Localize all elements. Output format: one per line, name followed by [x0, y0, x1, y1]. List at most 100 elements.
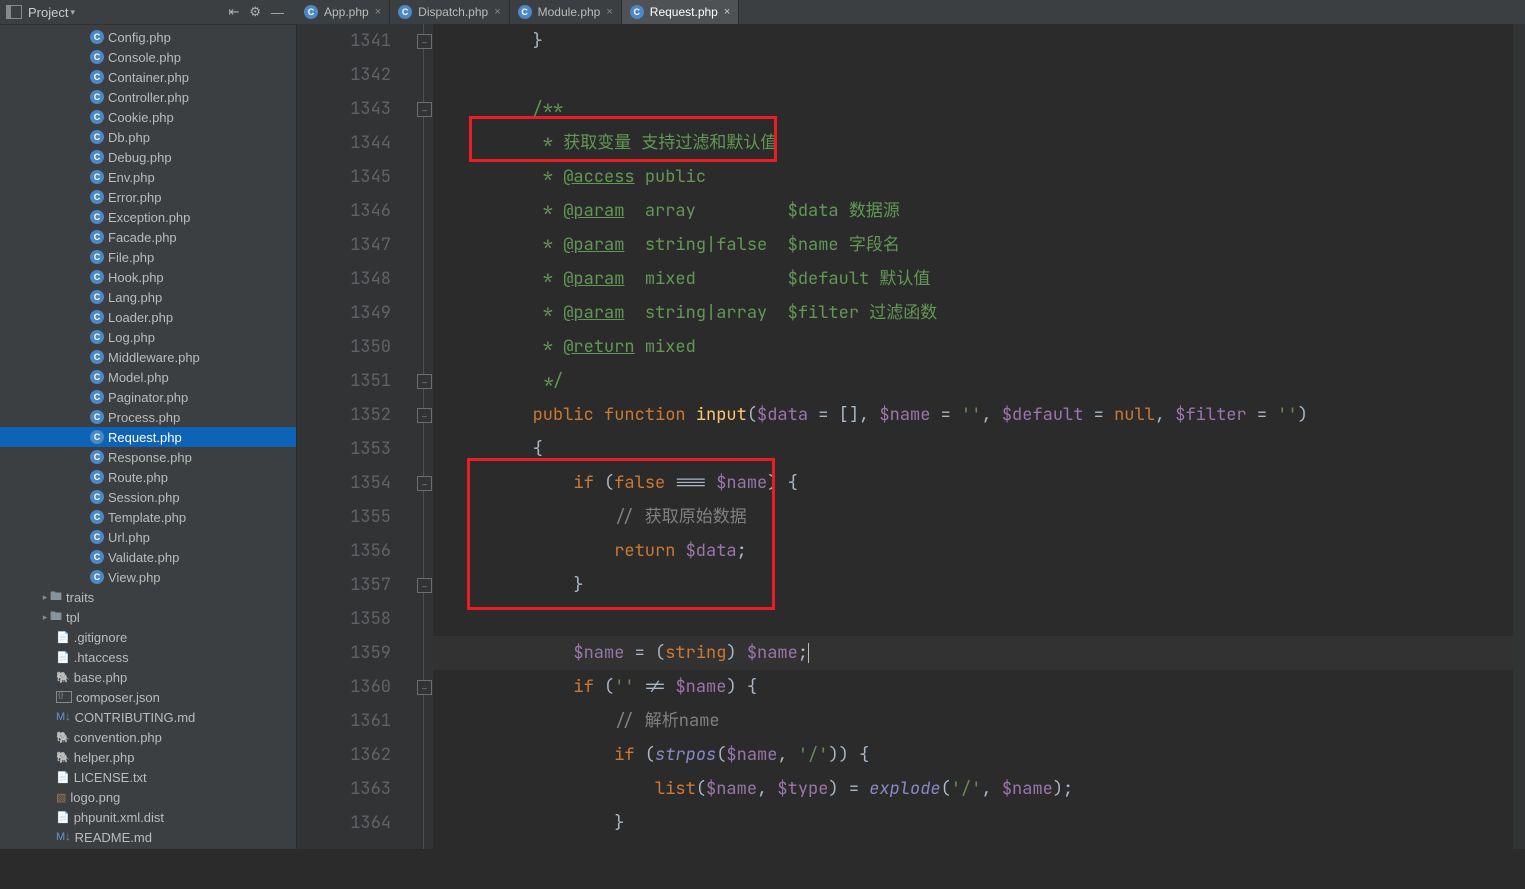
tree-item[interactable]: CProcess.php [0, 407, 296, 427]
tree-item[interactable]: M↓README.md [0, 827, 296, 847]
tree-item[interactable]: 📄.htaccess [0, 647, 296, 667]
tree-item[interactable]: M↓CONTRIBUTING.md [0, 707, 296, 727]
tree-item-label: Response.php [108, 450, 192, 465]
project-dropdown-icon[interactable]: ▾ [70, 7, 75, 18]
fold-toggle-icon[interactable]: – [417, 374, 432, 389]
tree-item[interactable]: CValidate.php [0, 547, 296, 567]
tree-item[interactable]: 🐘helper.php [0, 747, 296, 767]
line-number: 1349 [297, 296, 391, 330]
code-line[interactable]: } [451, 806, 1513, 840]
editor-tab[interactable]: CModule.php× [510, 0, 622, 24]
tree-item[interactable]: CResponse.php [0, 447, 296, 467]
editor-tab[interactable]: CRequest.php× [622, 0, 740, 24]
tree-item[interactable]: 🐘base.php [0, 667, 296, 687]
code-line[interactable]: * @access public [451, 160, 1513, 194]
code-line[interactable]: * @param mixed $default 默认值 [451, 262, 1513, 296]
tree-item[interactable]: CDebug.php [0, 147, 296, 167]
tree-item[interactable]: CLoader.php [0, 307, 296, 327]
project-tree[interactable]: CConfig.phpCConsole.phpCContainer.phpCCo… [0, 25, 296, 847]
tree-item[interactable]: CFacade.php [0, 227, 296, 247]
code-line[interactable] [451, 58, 1513, 92]
fold-strip[interactable]: – – – – – – – [415, 24, 433, 849]
tree-item[interactable]: CCookie.php [0, 107, 296, 127]
close-icon[interactable]: × [494, 6, 500, 18]
code-line[interactable]: { [451, 432, 1513, 466]
tree-item[interactable]: CLang.php [0, 287, 296, 307]
tree-item[interactable]: CHook.php [0, 267, 296, 287]
code-line[interactable]: if (strpos($name, '/')) { [451, 738, 1513, 772]
tree-item[interactable]: 🐘convention.php [0, 727, 296, 747]
code-line[interactable]: // 获取原始数据 [451, 500, 1513, 534]
settings-gear-icon[interactable]: ⚙ [249, 4, 261, 20]
code-line[interactable]: * @return mixed [451, 330, 1513, 364]
php-class-icon: C [90, 370, 104, 384]
code-line[interactable]: * @param array $data 数据源 [451, 194, 1513, 228]
tree-item[interactable]: 📄phpunit.xml.dist [0, 807, 296, 827]
tree-item[interactable]: CFile.php [0, 247, 296, 267]
close-icon[interactable]: × [375, 6, 381, 18]
code-line[interactable]: * @param string|false $name 字段名 [451, 228, 1513, 262]
tree-item[interactable]: 📄LICENSE.txt [0, 767, 296, 787]
code-line[interactable]: * 获取变量 支持过滤和默认值 [451, 126, 1513, 160]
code-line[interactable]: return $data; [451, 534, 1513, 568]
tree-item[interactable]: CError.php [0, 187, 296, 207]
tree-item[interactable]: CContainer.php [0, 67, 296, 87]
project-title[interactable]: Project [28, 5, 68, 20]
code-line[interactable]: if ('' != $name) { [451, 670, 1513, 704]
tree-item[interactable]: CModel.php [0, 367, 296, 387]
code-editor[interactable]: 1341134213431344134513461347134813491350… [297, 24, 1525, 849]
tree-item[interactable]: CRoute.php [0, 467, 296, 487]
fold-toggle-icon[interactable]: – [417, 408, 432, 423]
tree-item[interactable]: ▸🖿tpl [0, 607, 296, 627]
fold-toggle-icon[interactable]: – [417, 578, 432, 593]
fold-toggle-icon[interactable]: – [417, 680, 432, 695]
tree-item[interactable]: CUrl.php [0, 527, 296, 547]
fold-toggle-icon[interactable]: – [417, 102, 432, 117]
code-line[interactable]: */ [451, 364, 1513, 398]
chevron-right-icon[interactable]: ▸ [40, 612, 50, 623]
php-class-icon: C [90, 410, 104, 424]
code-area[interactable]: } /** * 获取变量 支持过滤和默认值 * @access public *… [433, 24, 1513, 849]
tree-item[interactable]: CRequest.php [0, 427, 296, 447]
chevron-right-icon[interactable]: ▸ [40, 592, 50, 603]
tree-item[interactable]: CConfig.php [0, 27, 296, 47]
tree-item[interactable]: CPaginator.php [0, 387, 296, 407]
line-number: 1352 [297, 398, 391, 432]
tree-item-label: convention.php [74, 730, 162, 745]
tree-item[interactable]: CController.php [0, 87, 296, 107]
tree-item[interactable]: CConsole.php [0, 47, 296, 67]
tree-item[interactable]: CMiddleware.php [0, 347, 296, 367]
tree-item[interactable]: CTemplate.php [0, 507, 296, 527]
tree-item[interactable]: ▧logo.png [0, 787, 296, 807]
collapse-icon[interactable]: ⇤ [228, 4, 239, 20]
tree-item-label: base.php [74, 670, 128, 685]
code-line[interactable]: } [451, 568, 1513, 602]
tree-item[interactable]: composer.json [0, 687, 296, 707]
code-line[interactable]: if (false === $name) { [451, 466, 1513, 500]
tree-item[interactable]: CEnv.php [0, 167, 296, 187]
fold-toggle-icon[interactable]: – [417, 476, 432, 491]
tree-item[interactable]: 📄.gitignore [0, 627, 296, 647]
tree-item[interactable]: CDb.php [0, 127, 296, 147]
php-class-icon: C [90, 90, 104, 104]
code-line[interactable]: // 解析name [451, 704, 1513, 738]
tree-item[interactable]: ▸🖿traits [0, 587, 296, 607]
tree-item[interactable]: CException.php [0, 207, 296, 227]
tree-item[interactable]: CView.php [0, 567, 296, 587]
code-line[interactable]: } [451, 24, 1513, 58]
code-line[interactable]: public function input($data = [], $name … [451, 398, 1513, 432]
line-number: 1351 [297, 364, 391, 398]
code-line[interactable]: /** [451, 92, 1513, 126]
close-icon[interactable]: × [724, 6, 730, 18]
fold-toggle-icon[interactable]: – [417, 34, 432, 49]
close-icon[interactable]: × [606, 6, 612, 18]
tree-item[interactable]: CSession.php [0, 487, 296, 507]
hide-icon[interactable]: — [271, 5, 284, 20]
editor-tab[interactable]: CDispatch.php× [390, 0, 509, 24]
code-line[interactable]: * @param string|array $filter 过滤函数 [451, 296, 1513, 330]
code-line[interactable]: $name = (string) $name; [451, 636, 1513, 670]
editor-tab[interactable]: CApp.php× [296, 0, 390, 24]
code-line[interactable] [451, 602, 1513, 636]
tree-item[interactable]: CLog.php [0, 327, 296, 347]
code-line[interactable]: list($name, $type) = explode('/', $name)… [451, 772, 1513, 806]
